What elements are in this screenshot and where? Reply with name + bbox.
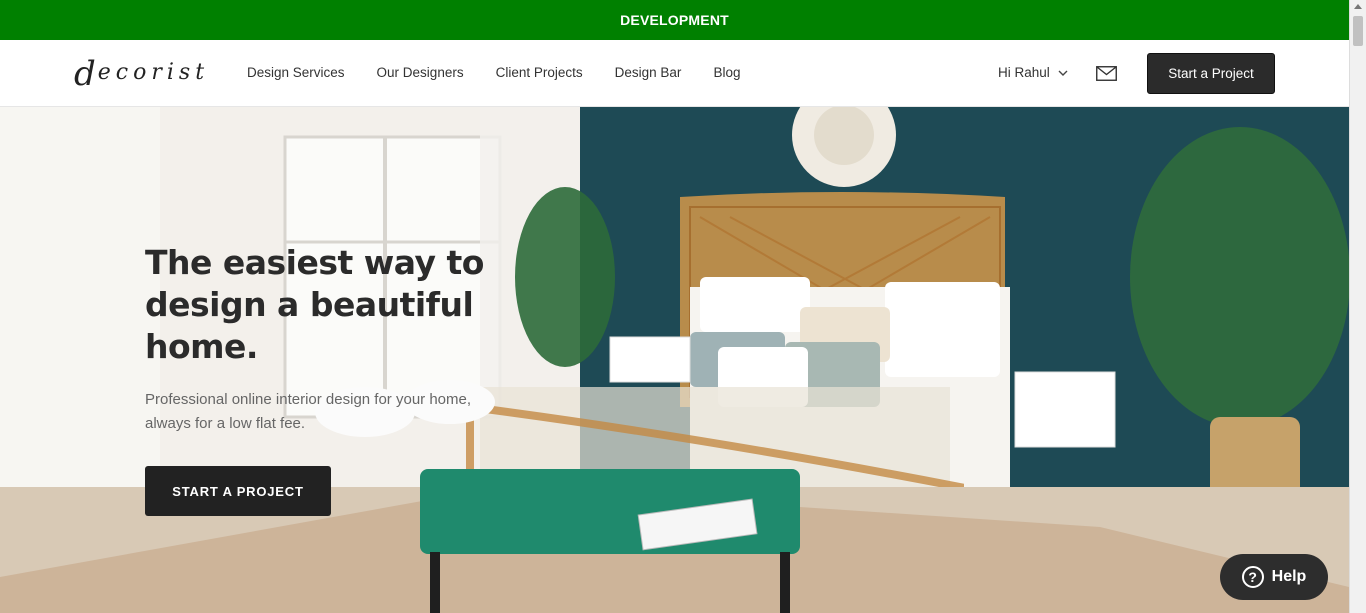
nav-our-designers[interactable]: Our Designers bbox=[377, 65, 464, 80]
nav-design-services[interactable]: Design Services bbox=[247, 65, 345, 80]
mail-button[interactable] bbox=[1096, 66, 1117, 86]
nav-client-projects[interactable]: Client Projects bbox=[496, 65, 583, 80]
hero-headline: The easiest way to design a beautiful ho… bbox=[145, 243, 484, 366]
hero-start-project-button[interactable]: START A PROJECT bbox=[145, 466, 331, 516]
hero-subheadline: Professional online interior design for … bbox=[145, 391, 472, 432]
top-navigation: decorist Design Services Our Designers C… bbox=[0, 40, 1349, 107]
start-project-button[interactable]: Start a Project bbox=[1147, 53, 1275, 94]
user-greeting: Hi Rahul bbox=[998, 65, 1050, 80]
nav-blog[interactable]: Blog bbox=[713, 65, 740, 80]
nav-design-bar[interactable]: Design Bar bbox=[615, 65, 682, 80]
hero-copy: The easiest way to design a beautiful ho… bbox=[145, 242, 525, 516]
scrollbar-thumb[interactable] bbox=[1353, 16, 1363, 46]
environment-banner: DEVELOPMENT bbox=[0, 0, 1349, 40]
chevron-down-icon bbox=[1058, 70, 1068, 76]
user-menu[interactable]: Hi Rahul bbox=[998, 65, 1068, 80]
question-circle-icon: ? bbox=[1241, 566, 1264, 588]
decorist-logo[interactable]: decorist bbox=[74, 54, 209, 94]
environment-label: DEVELOPMENT bbox=[620, 12, 729, 28]
hero-section: The easiest way to design a beautiful ho… bbox=[0, 107, 1349, 613]
help-button[interactable]: ? Help bbox=[1220, 554, 1328, 600]
main-nav: Design Services Our Designers Client Pro… bbox=[247, 65, 772, 80]
page-scrollbar[interactable] bbox=[1349, 0, 1366, 613]
scroll-up-arrow-icon[interactable] bbox=[1354, 4, 1362, 9]
envelope-icon bbox=[1096, 66, 1117, 81]
help-label: Help bbox=[1271, 568, 1307, 585]
